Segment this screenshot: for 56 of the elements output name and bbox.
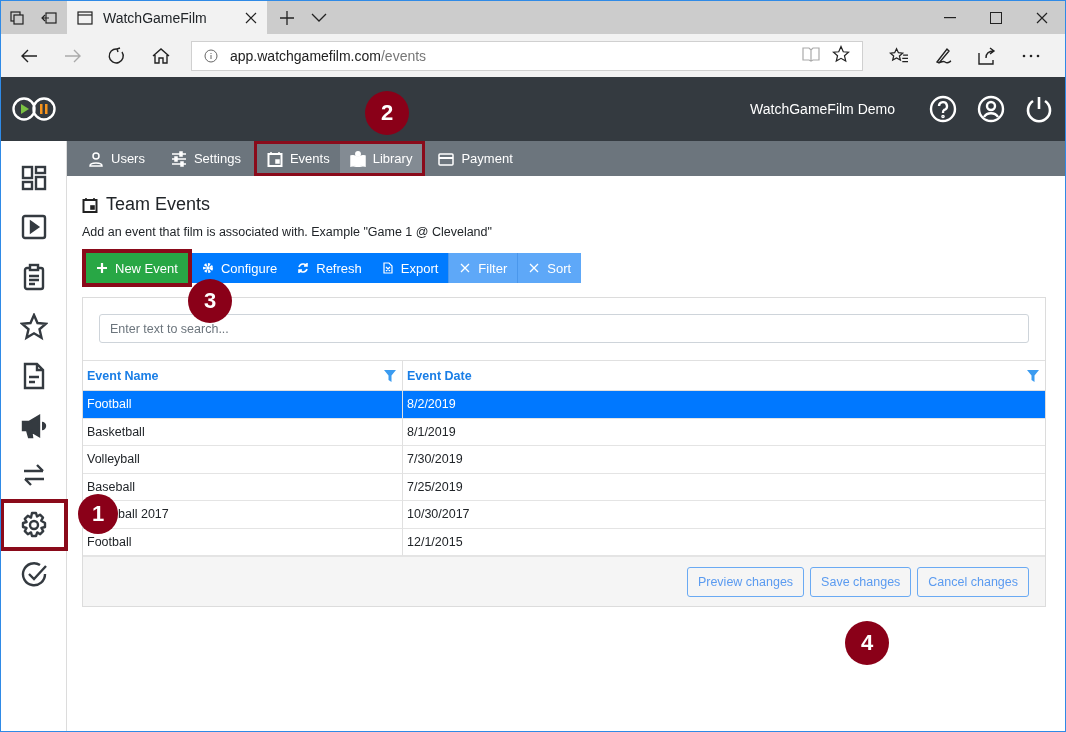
refresh-icon: [297, 262, 310, 274]
callout-number: 4: [845, 621, 889, 665]
table-cell[interactable]: 12/1/2015: [407, 534, 463, 549]
logo-icon[interactable]: [11, 96, 57, 122]
footer-button[interactable]: Save changes: [810, 566, 912, 597]
table-cell[interactable]: 8/2/2019: [407, 397, 456, 412]
table-cell[interactable]: Football: [87, 397, 132, 412]
table-cell[interactable]: Football: [87, 534, 132, 549]
nav-tab[interactable]: Library: [339, 141, 426, 176]
gear-icon: [201, 262, 214, 274]
help-icon[interactable]: [929, 95, 957, 123]
table-cell[interactable]: 7/30/2019: [407, 452, 463, 467]
power-icon[interactable]: [1025, 95, 1053, 123]
browser-tab[interactable]: WatchGameFilm: [67, 1, 267, 34]
page-description: Add an event that film is associated with. Example "Game 1 @ Cleveland": [82, 225, 493, 239]
filter-icon[interactable]: [384, 369, 396, 382]
toolbar-button[interactable]: Export: [371, 253, 449, 283]
table-cell[interactable]: 8/1/2019: [407, 424, 456, 439]
table-cell[interactable]: ball 2017: [118, 507, 169, 522]
footer-button[interactable]: Preview changes: [686, 566, 805, 597]
library-icon: [349, 150, 366, 167]
table-cell[interactable]: Volleyball: [87, 452, 140, 467]
page-title: Team Events: [106, 194, 211, 215]
plus-icon: [96, 262, 108, 274]
nav-tab[interactable]: Payment: [425, 141, 526, 176]
toolbar-button[interactable]: Refresh: [287, 253, 372, 283]
callout-number: 1: [78, 494, 118, 535]
calendar-icon: [82, 196, 98, 213]
file-icon: [381, 262, 394, 274]
column-header[interactable]: Event Date: [407, 368, 472, 383]
nav-tab[interactable]: Events: [253, 141, 340, 176]
close-icon[interactable]: [245, 11, 257, 24]
gear-icon[interactable]: [1, 498, 68, 551]
payment-icon: [438, 150, 455, 167]
table-cell[interactable]: 10/30/2017: [407, 507, 470, 522]
close-icon: [459, 262, 472, 274]
nav-tab[interactable]: Settings: [157, 141, 254, 176]
events-icon: [266, 150, 283, 167]
filter-icon[interactable]: [1027, 369, 1039, 382]
page-icon: [77, 10, 93, 25]
toolbar-button[interactable]: Configure: [191, 253, 288, 283]
users-icon: [88, 150, 104, 167]
table-cell[interactable]: Basketball: [87, 424, 145, 439]
new-event-button[interactable]: New Event: [82, 249, 192, 287]
address-bar[interactable]: app.watchgamefilm.com/events: [191, 40, 863, 71]
user-icon[interactable]: [977, 95, 1005, 123]
nav-tab[interactable]: Users: [75, 141, 158, 176]
footer-button[interactable]: Cancel changes: [917, 566, 1029, 597]
info-icon[interactable]: [204, 48, 218, 63]
settings-icon: [170, 150, 187, 167]
close-icon: [528, 262, 541, 274]
table-cell[interactable]: 7/25/2019: [407, 479, 463, 494]
account-name: WatchGameFilm Demo: [750, 101, 895, 117]
table-cell[interactable]: Baseball: [87, 479, 135, 494]
column-header[interactable]: Event Name: [87, 368, 159, 383]
search-field[interactable]: Enter text to search...: [99, 314, 1029, 343]
